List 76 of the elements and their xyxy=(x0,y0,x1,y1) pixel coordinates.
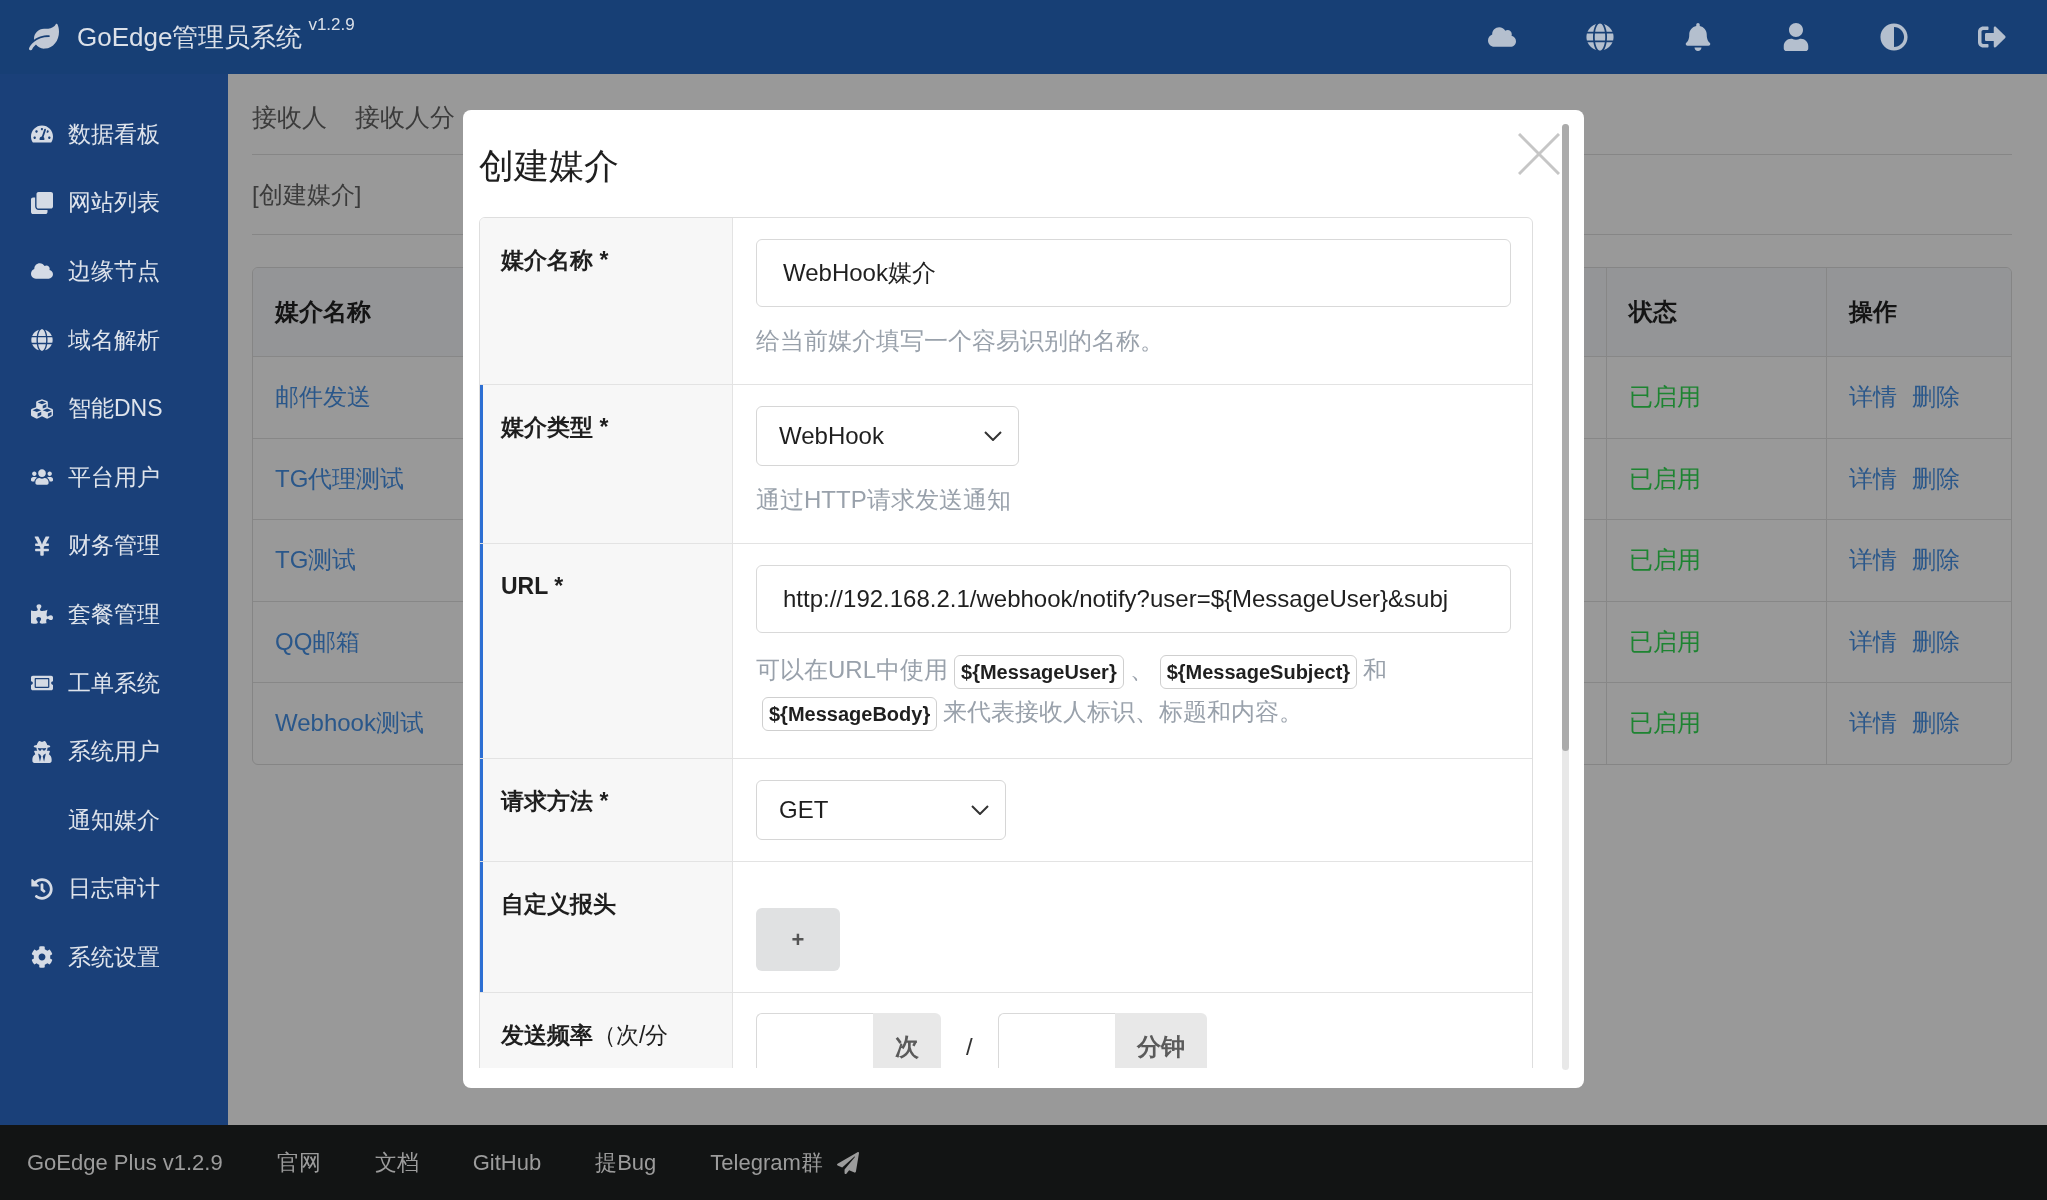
app-title: GoEdge管理员系统 xyxy=(77,20,303,54)
help-text: 通过HTTP请求发送通知 xyxy=(756,486,1011,513)
unit-label: 分钟 xyxy=(1114,1013,1207,1068)
column-header: 操作 xyxy=(1849,297,1897,327)
minutes-field[interactable] xyxy=(997,1013,1115,1068)
cubes-icon xyxy=(31,397,53,420)
paper-plane-icon[interactable] xyxy=(836,1151,859,1174)
footer-link[interactable]: 文档 xyxy=(374,1147,419,1178)
scrollbar-track[interactable] xyxy=(1562,124,1569,1070)
count-field[interactable] xyxy=(756,1013,873,1068)
code-tag: ${MessageBody} xyxy=(762,696,938,731)
sidebar-item[interactable]: 边缘节点 xyxy=(0,237,228,306)
sidebar-item[interactable]: 数据看板 xyxy=(0,100,228,169)
help-text: 来代表接收人标识、标题和内容。 xyxy=(943,698,1304,725)
field-label: URL * xyxy=(480,544,733,758)
globe-icon[interactable] xyxy=(1586,23,1614,51)
text-field[interactable]: WebHook媒介 xyxy=(756,239,1511,307)
status-text: 已启用 xyxy=(1629,545,1701,576)
add-header-button[interactable]: + xyxy=(756,908,840,971)
footer-link[interactable]: 官网 xyxy=(276,1147,321,1178)
create-media-link[interactable]: [创建媒介] xyxy=(252,178,362,211)
notification-bell-icon[interactable] xyxy=(1684,23,1712,51)
field-label: 媒介名称 * xyxy=(480,218,733,384)
chevron-down-icon xyxy=(971,805,989,815)
status-text: 已启用 xyxy=(1629,708,1701,739)
history-icon xyxy=(31,877,53,900)
sidebar-item[interactable]: 网站列表 xyxy=(0,168,228,238)
code-tag: ${MessageUser} xyxy=(954,654,1124,689)
user-icon[interactable] xyxy=(1782,23,1810,51)
sidebar-item[interactable]: 系统用户 xyxy=(0,717,228,786)
globe-icon xyxy=(31,329,53,352)
version-text: GoEdge Plus v1.2.9 xyxy=(27,1149,223,1176)
version-label: v1.2.9 xyxy=(308,15,355,35)
puzzle-icon xyxy=(31,603,53,626)
sidebar-item[interactable]: 智能DNS xyxy=(0,374,228,443)
settings-icon xyxy=(31,946,53,969)
help-text: 和 xyxy=(1363,656,1388,683)
field-label: 媒介类型 * xyxy=(480,385,733,543)
field-label: 发送频率（次/分 xyxy=(480,993,733,1068)
tab[interactable]: 接收人 xyxy=(252,101,327,134)
scrollbar-thumb[interactable] xyxy=(1562,124,1569,751)
copy-icon xyxy=(31,191,53,214)
leaf-logo-icon xyxy=(29,22,59,52)
help-text: 给当前媒介填写一个容易识别的名称。 xyxy=(756,327,1164,354)
footer-link[interactable]: 提Bug xyxy=(595,1147,657,1178)
contrast-icon[interactable] xyxy=(1880,23,1908,51)
help-text: 、 xyxy=(1129,656,1154,683)
tab[interactable]: 接收人分 xyxy=(355,101,455,134)
footer-link[interactable]: Telegram群 xyxy=(710,1147,823,1178)
unit-label: 次 xyxy=(873,1013,941,1068)
column-header: 媒介名称 xyxy=(275,297,371,327)
code-tag: ${MessageSubject} xyxy=(1159,654,1358,689)
separator-text: / xyxy=(966,1033,973,1061)
select-field[interactable]: GET xyxy=(756,780,1006,840)
help-text: 可以在URL中使用 xyxy=(756,656,948,683)
sidebar-item[interactable]: 套餐管理 xyxy=(0,580,228,649)
text-field[interactable]: http://192.168.2.1/webhook/notify?user=${MessageUser}&subj xyxy=(756,565,1511,633)
select-field[interactable]: WebHook xyxy=(756,406,1019,466)
sidebar-item[interactable]: 通知媒介 xyxy=(0,785,228,855)
status-text: 已启用 xyxy=(1629,382,1701,413)
sidebar-item[interactable]: 平台用户 xyxy=(0,442,228,512)
field-label: 请求方法 * xyxy=(480,759,733,861)
footer-link[interactable]: GitHub xyxy=(472,1149,542,1176)
sidebar-item[interactable]: 工单系统 xyxy=(0,648,228,718)
status-text: 已启用 xyxy=(1629,626,1701,657)
gauge-icon xyxy=(31,123,53,146)
sidebar-item[interactable]: 域名解析 xyxy=(0,305,228,375)
sidebar-item[interactable]: 系统设置 xyxy=(0,923,228,992)
chevron-down-icon xyxy=(983,431,1002,441)
sidebar-item[interactable]: 财务管理 xyxy=(0,511,228,581)
dialog-title: 创建媒介 xyxy=(479,148,620,184)
incognito-user-icon xyxy=(31,740,53,763)
field-label: 自定义报头 xyxy=(480,862,733,992)
sidebar-item[interactable]: 日志审计 xyxy=(0,854,228,924)
column-header: 状态 xyxy=(1629,297,1677,327)
status-text: 已启用 xyxy=(1629,463,1701,494)
